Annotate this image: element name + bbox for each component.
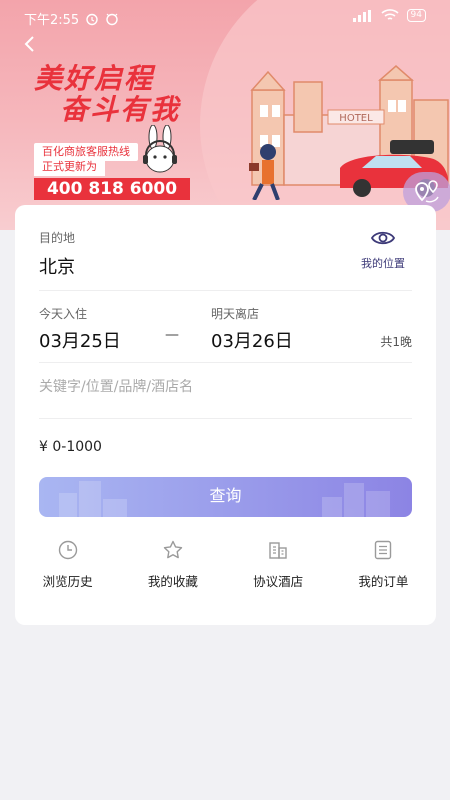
battery-indicator: 94: [406, 9, 426, 22]
building-icon: [269, 542, 287, 559]
checkout-date[interactable]: 03月26日: [211, 327, 293, 353]
hotel-sign-text: HOTEL: [339, 113, 373, 124]
promo-banner[interactable]: 下午2:55 94 美好启程 奋斗有我 百化商旅客服热线 正式更新为 400 8…: [0, 0, 450, 230]
checkin-date[interactable]: 03月25日: [39, 327, 121, 353]
shortcut-favorites[interactable]: 我的收藏: [120, 537, 225, 597]
date-separator: —: [165, 327, 179, 343]
destination-value[interactable]: 北京: [39, 253, 75, 279]
shortcut-label: 协议酒店: [253, 574, 304, 589]
hotline-tag-secondary: 正式更新为: [34, 158, 105, 176]
price-row[interactable]: ¥ 0-1000: [39, 419, 412, 475]
shortcut-bar: 浏览历史 我的收藏 协议酒店 我的订单: [15, 537, 436, 597]
shortcut-label: 我的订单: [358, 574, 409, 589]
destination-row[interactable]: 目的地 北京 我的位置: [39, 223, 412, 291]
status-icons: 94: [352, 9, 426, 22]
shortcut-label: 我的收藏: [147, 574, 198, 589]
hotline-block: 百化商旅客服热线 正式更新为 400 818 6000: [34, 140, 190, 200]
date-row[interactable]: 今天入住 03月25日 — 明天离店 03月26日 共1晚: [39, 291, 412, 363]
hotel-search-card: 目的地 北京 我的位置 今天入住 03月25日 — 明天离店 03月26日 共1…: [15, 205, 436, 625]
building-decoration-icon-right: [322, 483, 390, 517]
my-location-button[interactable]: 我的位置: [354, 227, 412, 271]
list-icon: [375, 540, 392, 560]
clock-icon: [58, 540, 77, 560]
star-icon: [163, 540, 183, 559]
shortcut-browse-history[interactable]: 浏览历史: [15, 537, 120, 597]
alarm-icon: [86, 13, 98, 25]
destination-label: 目的地: [39, 231, 76, 245]
my-location-label: 我的位置: [361, 257, 405, 270]
clock-status-icon: [106, 13, 118, 25]
signal-icon: [352, 9, 371, 22]
shortcut-label: 浏览历史: [42, 574, 93, 589]
keyword-search-input[interactable]: [39, 379, 412, 395]
nights-count: 共1晚: [380, 335, 412, 349]
price-range[interactable]: ¥ 0-1000: [39, 439, 102, 455]
checkout-label: 明天离店: [211, 307, 260, 321]
keyword-row[interactable]: [39, 363, 412, 419]
checkin-label: 今天入住: [39, 307, 88, 321]
shortcut-agreement-hotels[interactable]: 协议酒店: [226, 537, 331, 597]
status-bar: 下午2:55 94: [0, 0, 450, 34]
hotline-number: 400 818 6000: [34, 178, 190, 200]
map-pin-icon: [415, 180, 439, 203]
wifi-icon: [381, 9, 399, 20]
status-time-group: 下午2:55: [24, 9, 119, 28]
banner-slogan-line2: 奋斗有我: [60, 93, 181, 126]
search-button[interactable]: 查询: [39, 477, 412, 517]
eye-location-icon: [370, 231, 396, 245]
search-button-label: 查询: [209, 488, 242, 505]
status-time: 下午2:55: [24, 13, 80, 28]
shortcut-my-orders[interactable]: 我的订单: [331, 537, 436, 597]
bunny-mascot-icon: [143, 125, 177, 173]
building-decoration-icon: [59, 481, 127, 517]
back-arrow-icon[interactable]: [20, 34, 40, 54]
